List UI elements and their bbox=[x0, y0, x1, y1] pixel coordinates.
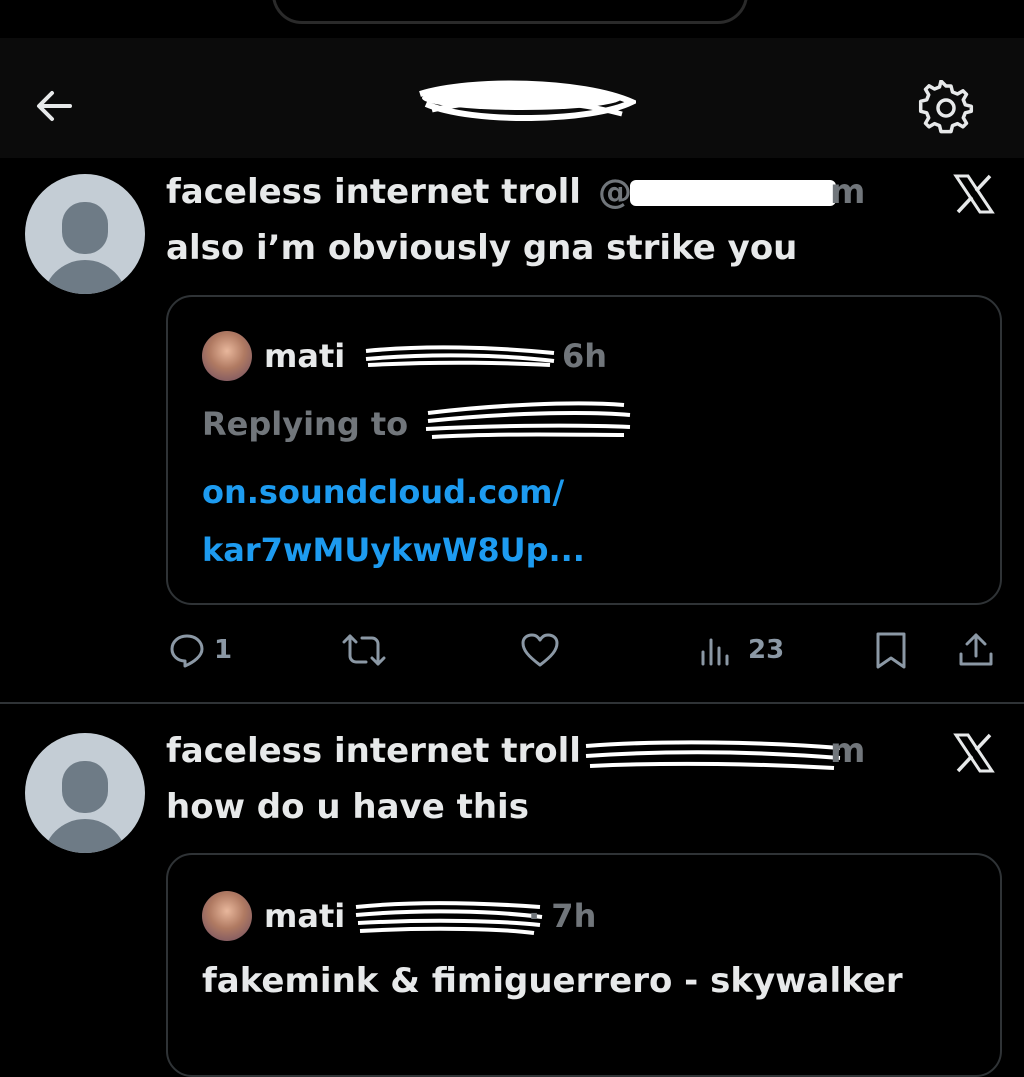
repost-button[interactable] bbox=[340, 622, 388, 678]
handle-redaction bbox=[630, 180, 836, 206]
avatar[interactable] bbox=[25, 174, 145, 294]
reply-count: 1 bbox=[214, 635, 233, 665]
quote-avatar[interactable] bbox=[202, 331, 252, 381]
link-line-1[interactable]: on.soundcloud.com/ bbox=[202, 473, 564, 511]
quote-time: · 7h bbox=[528, 897, 597, 935]
views-count: 23 bbox=[748, 635, 785, 665]
quoted-post[interactable]: mati · 7h fakemink & fimiguerrero - skyw… bbox=[166, 853, 1002, 1077]
like-icon bbox=[521, 633, 559, 667]
search-pill[interactable] bbox=[272, 0, 748, 24]
action-bar: 1 23 bbox=[0, 622, 1024, 678]
quoted-post[interactable]: mati 6h Replying to on.soundcloud.com/ k… bbox=[166, 295, 1002, 605]
views-icon bbox=[701, 638, 729, 666]
author-name[interactable]: faceless internet troll bbox=[166, 731, 581, 771]
quote-author-name[interactable]: mati bbox=[264, 897, 345, 935]
back-arrow-icon[interactable] bbox=[30, 82, 78, 130]
x-logo-icon bbox=[953, 733, 995, 773]
views-button[interactable]: 23 bbox=[698, 622, 784, 678]
avatar[interactable] bbox=[25, 733, 145, 853]
bookmark-button[interactable] bbox=[874, 622, 908, 678]
quote-time: 6h bbox=[562, 337, 608, 375]
bookmark-icon bbox=[876, 632, 906, 669]
share-icon bbox=[959, 633, 993, 666]
post-time: m bbox=[830, 731, 866, 771]
quote-handle-redaction bbox=[365, 345, 555, 367]
quote-handle-redaction bbox=[355, 901, 543, 935]
link-line-2[interactable]: kar7wMUykwW8Up... bbox=[202, 531, 585, 569]
header-title-redaction bbox=[419, 80, 636, 122]
quote-author-name[interactable]: mati bbox=[264, 337, 345, 375]
handle-redaction bbox=[585, 740, 841, 770]
post-text: how do u have this bbox=[166, 787, 529, 827]
quote-text: fakemink & fimiguerrero - skywalker bbox=[202, 961, 903, 1001]
reply-icon bbox=[170, 634, 204, 668]
reply-button[interactable]: 1 bbox=[168, 622, 232, 678]
replying-handle-redaction bbox=[425, 401, 631, 439]
settings-gear-icon[interactable] bbox=[918, 80, 974, 136]
post-text: also i’m obviously gna strike you bbox=[166, 228, 798, 268]
post-divider bbox=[0, 702, 1024, 704]
quote-avatar[interactable] bbox=[202, 891, 252, 941]
replying-to: Replying to bbox=[202, 405, 409, 443]
share-button[interactable] bbox=[956, 622, 996, 678]
post-time: m bbox=[830, 172, 866, 212]
top-header bbox=[0, 38, 1024, 158]
soundcloud-link[interactable]: on.soundcloud.com/ kar7wMUykwW8Up... bbox=[202, 463, 585, 579]
x-logo-icon bbox=[953, 174, 995, 214]
repost-icon bbox=[342, 634, 386, 666]
like-button[interactable] bbox=[520, 622, 560, 678]
author-name[interactable]: faceless internet troll bbox=[166, 172, 581, 212]
